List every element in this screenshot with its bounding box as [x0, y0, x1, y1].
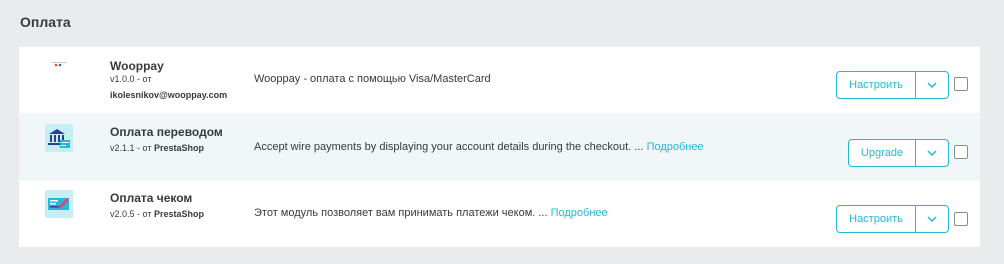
- module-action-group: Настроить: [836, 71, 949, 99]
- module-description: Accept wire payments by displaying your …: [254, 141, 704, 153]
- module-version: v1.0.0 - от: [110, 74, 152, 84]
- module-select-checkbox[interactable]: [954, 145, 968, 159]
- module-name: Wooppay: [110, 59, 164, 73]
- module-description: Wooppay - оплата с помощью Visa/MasterCa…: [254, 73, 491, 85]
- chevron-down-icon: [927, 82, 937, 88]
- module-row-wooppay: Wooppay v1.0.0 - от ikolesnikov@wooppay.…: [19, 47, 980, 113]
- configure-button[interactable]: Настроить: [837, 72, 916, 98]
- check-payment-icon: [45, 190, 73, 218]
- read-more-link[interactable]: Подробнее: [647, 141, 704, 153]
- chevron-down-icon: [927, 150, 937, 156]
- module-author: ikolesnikov@wooppay.com: [110, 90, 228, 100]
- upgrade-button[interactable]: Upgrade: [849, 140, 916, 166]
- bank-transfer-icon: [45, 124, 73, 152]
- dropdown-toggle-button[interactable]: [916, 140, 948, 166]
- module-select-checkbox[interactable]: [954, 77, 968, 91]
- dropdown-toggle-button[interactable]: [916, 206, 948, 232]
- module-author: PrestaShop: [153, 209, 204, 219]
- module-description: Этот модуль позволяет вам принимать плат…: [254, 207, 608, 219]
- module-version-line: v2.0.5 - от PrestaShop: [110, 209, 204, 219]
- dropdown-toggle-button[interactable]: [916, 72, 948, 98]
- chevron-down-icon: [927, 216, 937, 222]
- module-row-check-payment: Оплата чеком v2.0.5 - от PrestaShop Этот…: [19, 181, 980, 247]
- read-more-link[interactable]: Подробнее: [551, 207, 608, 219]
- wooppay-logo: [45, 55, 73, 83]
- module-name: Оплата чеком: [110, 191, 193, 205]
- module-version-line: v2.1.1 - от PrestaShop: [110, 143, 204, 153]
- module-row-bank-transfer: Оплата переводом v2.1.1 - от PrestaShop …: [19, 113, 980, 181]
- module-action-group: Upgrade: [848, 139, 949, 167]
- module-list: Wooppay v1.0.0 - от ikolesnikov@wooppay.…: [19, 47, 980, 247]
- section-title: Оплата: [20, 14, 71, 30]
- configure-button[interactable]: Настроить: [837, 206, 916, 232]
- module-author: PrestaShop: [153, 143, 204, 153]
- module-select-checkbox[interactable]: [954, 212, 968, 226]
- module-action-group: Настроить: [836, 205, 949, 233]
- module-name: Оплата переводом: [110, 125, 223, 139]
